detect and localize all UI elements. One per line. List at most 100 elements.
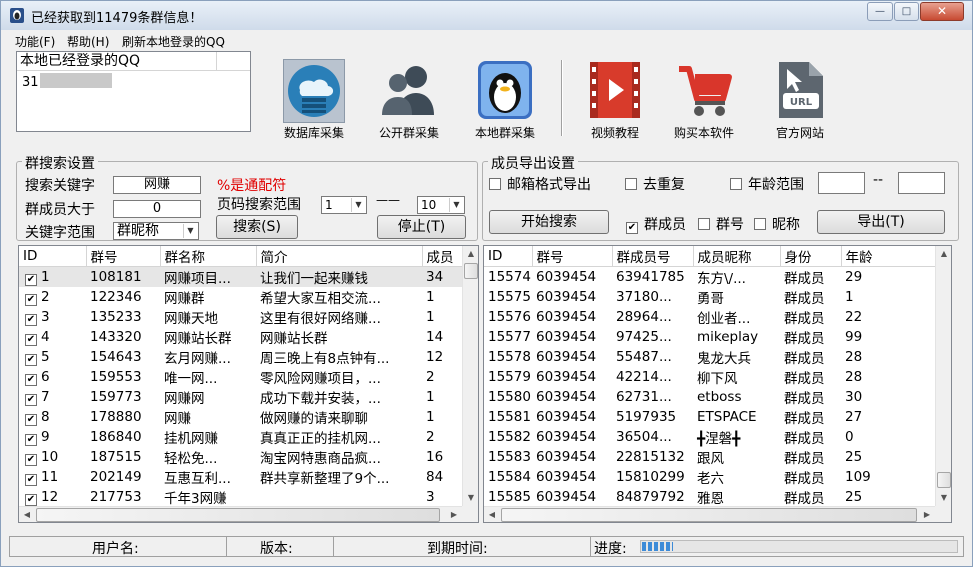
- groups-table-row[interactable]: ✔ 2 122346 网赚群 希望大家互相交流... 1: [19, 287, 462, 307]
- local-collect-button[interactable]: 本地群采集: [469, 59, 541, 141]
- members-col-header[interactable]: 群号: [532, 246, 613, 267]
- members-table-row[interactable]: 15584 6039454 15810299 老六 群成员 109: [484, 467, 935, 487]
- groups-cell: 135233: [86, 307, 160, 327]
- groups-hscrollbar[interactable]: ◀ ▶: [19, 506, 462, 522]
- groups-vscroll-thumb[interactable]: [464, 263, 478, 279]
- members-col-header[interactable]: 身份: [780, 246, 842, 267]
- members-cell: 6039454: [532, 467, 612, 487]
- buy-button[interactable]: 购买本软件: [666, 59, 742, 141]
- dedupe-checkbox[interactable]: 去重复: [625, 174, 685, 194]
- members-table-row[interactable]: 15574 6039454 63941785 东方\/... 群成员 29: [484, 267, 935, 287]
- maximize-button[interactable]: □: [894, 2, 919, 21]
- opt-member-checkbox[interactable]: ✔ 群成员: [626, 214, 686, 234]
- groups-table[interactable]: ID 群号 群名称 简介 成员 ✔ 1 108181 网赚项目... 让我们一起来赚钱 34 ✔ 2 1…: [18, 245, 479, 523]
- row-checkbox[interactable]: ✔: [25, 453, 37, 466]
- row-checkbox[interactable]: ✔: [25, 393, 37, 406]
- row-checkbox[interactable]: ✔: [25, 353, 37, 366]
- members-col-header[interactable]: ID: [484, 246, 533, 267]
- groups-table-row[interactable]: ✔ 6 159553 唯一网... 零风险网赚项目，... 2: [19, 367, 462, 387]
- members-table-row[interactable]: 15575 6039454 37180... 勇哥 群成员 1: [484, 287, 935, 307]
- members-vscroll-thumb[interactable]: [937, 472, 951, 488]
- row-checkbox[interactable]: ✔: [25, 493, 37, 506]
- groups-table-row[interactable]: ✔ 11 202149 互惠互利... 群共享新整理了9个... 84: [19, 467, 462, 487]
- members-table-row[interactable]: 15579 6039454 42214... 柳下风 群成员 28: [484, 367, 935, 387]
- groups-hscroll-thumb[interactable]: [36, 508, 440, 522]
- row-checkbox[interactable]: ✔: [25, 413, 37, 426]
- members-hscrollbar[interactable]: ◀ ▶: [484, 506, 935, 522]
- members-table-row[interactable]: 15578 6039454 55487... 鬼龙大兵 群成员 28: [484, 347, 935, 367]
- groups-col-header[interactable]: ID: [19, 246, 87, 267]
- members-table-row[interactable]: 15582 6039454 36504... ╋涅磐╋ 群成员 0: [484, 427, 935, 447]
- members-col-header[interactable]: 群成员号: [612, 246, 694, 267]
- scroll-up-icon[interactable]: ▲: [463, 246, 478, 262]
- scope-select[interactable]: 群昵称 ▼: [113, 222, 199, 240]
- age-range-checkbox[interactable]: 年龄范围: [730, 174, 804, 194]
- members-col-header[interactable]: 年龄: [841, 246, 936, 267]
- start-search-button[interactable]: 开始搜索: [489, 210, 609, 234]
- row-checkbox[interactable]: ✔: [25, 373, 37, 386]
- stop-button[interactable]: 停止(T): [377, 215, 466, 239]
- scroll-right-icon[interactable]: ▶: [446, 507, 462, 522]
- groups-table-row[interactable]: ✔ 8 178880 网赚 做网赚的请来聊聊 1: [19, 407, 462, 427]
- row-checkbox[interactable]: ✔: [25, 313, 37, 326]
- db-collect-button[interactable]: 数据库采集: [280, 59, 348, 141]
- minimize-button[interactable]: —: [867, 2, 893, 21]
- mail-format-checkbox[interactable]: 邮箱格式导出: [489, 174, 591, 194]
- members-cell-text: 6039454: [536, 329, 597, 345]
- age-min-input[interactable]: [818, 172, 865, 194]
- groups-col-header[interactable]: 简介: [256, 246, 423, 267]
- menu-help[interactable]: 帮助(H): [67, 33, 109, 50]
- groups-table-row[interactable]: ✔ 9 186840 挂机网赚 真真正正的挂机网... 2: [19, 427, 462, 447]
- scroll-down-icon[interactable]: ▼: [936, 490, 951, 506]
- groups-table-row[interactable]: ✔ 10 187515 轻松免... 淘宝网特惠商品疯... 16: [19, 447, 462, 467]
- groups-table-row[interactable]: ✔ 12 217753 千年3网赚 3: [19, 487, 462, 507]
- row-checkbox[interactable]: ✔: [25, 333, 37, 346]
- members-table-row[interactable]: 15576 6039454 28964... 创业者... 群成员 22: [484, 307, 935, 327]
- members-table-row[interactable]: 15585 6039454 84879792 雅恩 群成员 25: [484, 487, 935, 507]
- row-checkbox[interactable]: ✔: [25, 293, 37, 306]
- website-button[interactable]: URL 官方网站: [764, 59, 836, 141]
- video-tutorial-button[interactable]: 视频教程: [579, 59, 651, 141]
- qq-list-item[interactable]: 31: [22, 73, 112, 90]
- opt-nickname-checkbox[interactable]: 昵称: [754, 214, 800, 234]
- groups-table-row[interactable]: ✔ 7 159773 网赚网 成功下载并安装，... 1: [19, 387, 462, 407]
- search-button[interactable]: 搜索(S): [216, 215, 298, 239]
- scroll-left-icon[interactable]: ◀: [484, 507, 500, 522]
- members-vscrollbar[interactable]: ▲ ▼: [935, 246, 951, 506]
- row-checkbox[interactable]: ✔: [25, 473, 37, 486]
- members-col-header[interactable]: 成员昵称: [693, 246, 781, 267]
- groups-vscrollbar[interactable]: ▲ ▼: [462, 246, 478, 506]
- page-to-select[interactable]: 10 ▼: [417, 196, 465, 214]
- scroll-left-icon[interactable]: ◀: [19, 507, 35, 522]
- scroll-up-icon[interactable]: ▲: [936, 246, 951, 262]
- scroll-right-icon[interactable]: ▶: [919, 507, 935, 522]
- members-table-row[interactable]: 15583 6039454 22815132 跟风 群成员 25: [484, 447, 935, 467]
- qq-list[interactable]: 本地已经登录的QQ 31: [16, 51, 251, 132]
- row-checkbox[interactable]: ✔: [25, 273, 37, 286]
- opt-groupnum-checkbox[interactable]: 群号: [698, 214, 744, 234]
- menu-function[interactable]: 功能(F): [15, 33, 55, 50]
- groups-table-row[interactable]: ✔ 3 135233 网赚天地 这里有很好网络赚... 1: [19, 307, 462, 327]
- menu-refresh-qq[interactable]: 刷新本地登录的QQ: [122, 33, 225, 50]
- row-checkbox[interactable]: ✔: [25, 433, 37, 446]
- page-from-select[interactable]: 1 ▼: [321, 196, 367, 214]
- members-table-row[interactable]: 15577 6039454 97425... mikeplay 群成员 99: [484, 327, 935, 347]
- members-table[interactable]: ID 群号 群成员号 成员昵称 身份 年龄 15574 6039454 63941785 东方\…: [483, 245, 952, 523]
- export-button[interactable]: 导出(T): [817, 210, 945, 234]
- keyword-input[interactable]: 网赚: [113, 176, 201, 194]
- groups-table-row[interactable]: ✔ 5 154643 玄月网赚... 周三晚上有8点钟有... 12: [19, 347, 462, 367]
- groups-table-row[interactable]: ✔ 1 108181 网赚项目... 让我们一起来赚钱 34: [19, 266, 462, 287]
- scroll-down-icon[interactable]: ▼: [463, 490, 478, 506]
- close-button[interactable]: ✕: [920, 2, 964, 21]
- members-input[interactable]: 0: [113, 200, 201, 218]
- toolbar-separator: [561, 60, 563, 136]
- members-hscroll-thumb[interactable]: [501, 508, 917, 522]
- groups-table-row[interactable]: ✔ 4 143320 网赚站长群 网赚站长群 14: [19, 327, 462, 347]
- age-max-input[interactable]: [898, 172, 945, 194]
- members-table-row[interactable]: 15580 6039454 62731... etboss 群成员 30: [484, 387, 935, 407]
- groups-col-header[interactable]: 成员: [422, 246, 463, 267]
- members-table-row[interactable]: 15581 6039454 5197935 ETSPACE 群成员 27: [484, 407, 935, 427]
- public-collect-button[interactable]: 公开群采集: [373, 59, 445, 141]
- groups-col-header[interactable]: 群名称: [160, 246, 257, 267]
- groups-col-header[interactable]: 群号: [86, 246, 161, 267]
